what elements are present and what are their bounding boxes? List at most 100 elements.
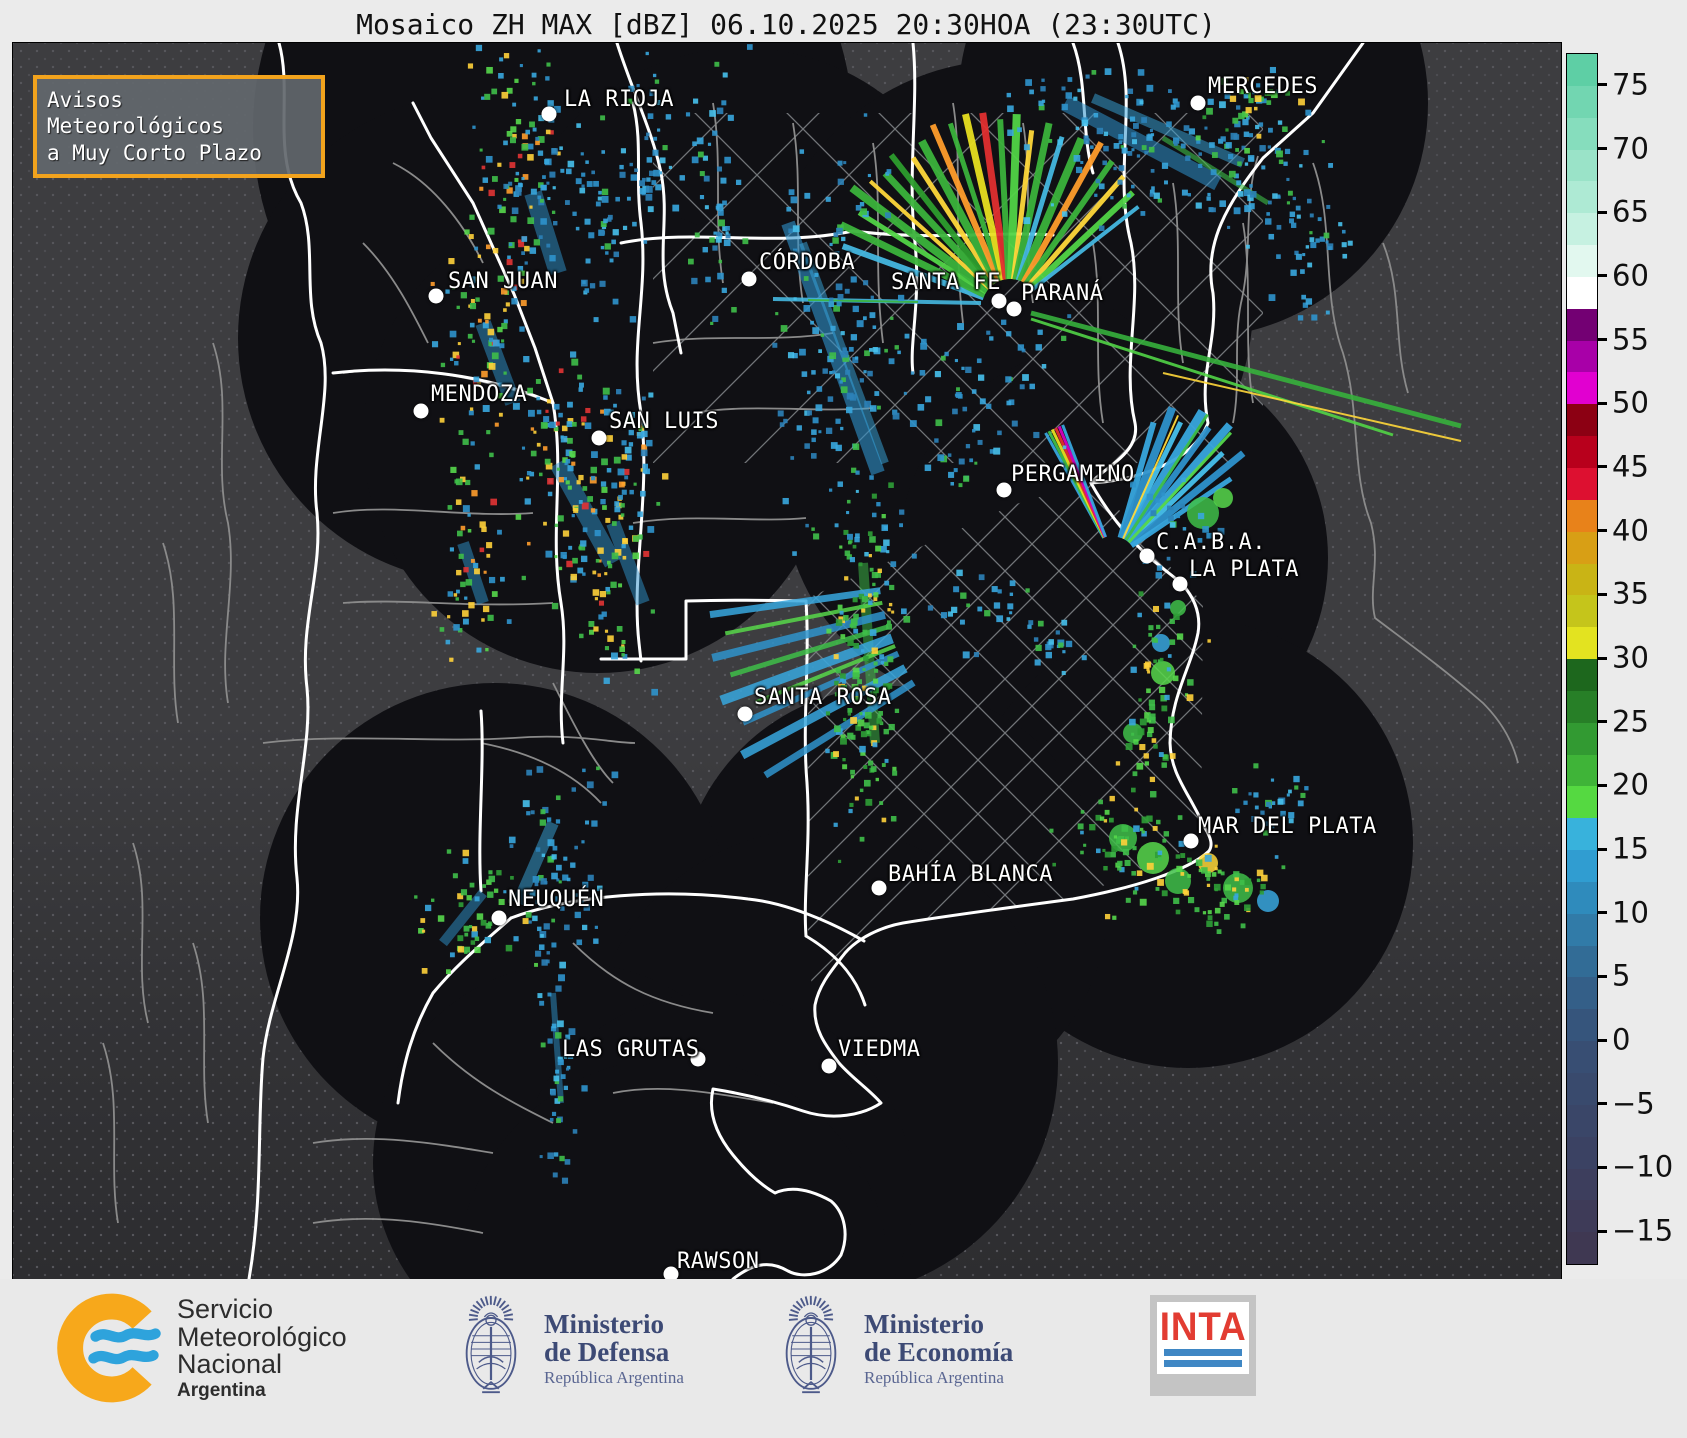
colorbar-tick-mark [1597, 401, 1607, 405]
colorbar-segment [1567, 340, 1597, 373]
smn-line2: Meteorológico [177, 1321, 347, 1352]
colorbar-segment [1567, 850, 1597, 882]
defensa-line2: de Defensa [544, 1337, 670, 1367]
colorbar-segment [1567, 690, 1597, 723]
ministerio-economia-block: Ministerio de Economía República Argenti… [772, 1287, 1013, 1411]
colorbar-segment [1567, 276, 1597, 309]
colorbar-segment [1567, 913, 1597, 946]
coat-of-arms-icon [785, 1294, 837, 1394]
city-dot [1172, 576, 1188, 592]
colorbar-segment [1567, 627, 1597, 660]
map-borders-and-echoes [102, 43, 1519, 1279]
alert-line-1: Avisos Meteorológicos [47, 88, 225, 139]
ministerio-defensa-block: Ministerio de Defensa República Argentin… [452, 1287, 684, 1411]
city-label: PARANÁ [1021, 281, 1104, 306]
colorbar-segment [1567, 245, 1597, 277]
radar-map: LA RIOJA MERCEDES SAN JUAN CÓRDOBA SANTA FE P… [12, 42, 1562, 1280]
city-label: LAS GRUTAS [562, 1037, 700, 1062]
colorbar-tick-mark [1597, 1038, 1607, 1042]
city-dot [741, 271, 757, 287]
city-label: VIEDMA [838, 1037, 921, 1062]
inta-logo-frame: INTA [1150, 1295, 1256, 1396]
colorbar-tick-mark [1597, 465, 1607, 469]
colorbar-segment [1567, 308, 1597, 341]
colorbar-tick-mark [1597, 847, 1607, 851]
city-dot [1139, 548, 1155, 564]
city-label: MERCEDES [1208, 74, 1318, 99]
inta-logo: INTA [1157, 1302, 1249, 1374]
colorbar-tick-label: 65 [1612, 194, 1649, 229]
colorbar-tick-label: 70 [1612, 130, 1649, 165]
colorbar-tick-label: 55 [1612, 321, 1649, 356]
colorbar-tick-mark [1597, 720, 1607, 724]
colorbar-tick-label: 50 [1612, 385, 1649, 420]
ministerio-defensa-text: Ministerio de Defensa República Argentin… [544, 1308, 684, 1389]
city-dot [428, 288, 444, 304]
smn-logo-icon [57, 1293, 161, 1403]
colorbar-segment [1567, 1232, 1597, 1265]
alert-line-2: a Muy Corto Plazo [47, 140, 262, 165]
colorbar-segment [1567, 436, 1597, 468]
colorbar-segment [1567, 1041, 1597, 1073]
colorbar-segment [1567, 404, 1597, 437]
colorbar-tick-label: 15 [1612, 831, 1649, 866]
economia-sub: República Argentina [864, 1368, 1004, 1388]
colorbar-segment [1567, 149, 1597, 182]
city-label: BAHÍA BLANCA [888, 862, 1053, 887]
colorbar-segment [1567, 1009, 1597, 1042]
city-dot [491, 910, 507, 926]
city-dot [1183, 833, 1199, 849]
defensa-sub: República Argentina [544, 1368, 684, 1388]
colorbar-segment [1567, 977, 1597, 1010]
colorbar-tick-mark [1597, 1165, 1607, 1169]
defensa-line1: Ministerio [544, 1308, 664, 1339]
inta-label: INTA [1159, 1305, 1247, 1349]
colorbar-segment [1567, 818, 1597, 851]
smn-country: Argentina [177, 1379, 266, 1401]
colorbar-segment [1567, 499, 1597, 532]
city-dot [591, 430, 607, 446]
colorbar-segment [1567, 563, 1597, 596]
colorbar-tick-label: −5 [1612, 1086, 1655, 1121]
colorbar-segment [1567, 372, 1597, 405]
city-label: SAN LUIS [609, 409, 719, 434]
colorbar-tick-label: −15 [1612, 1213, 1674, 1248]
colorbar-segment [1567, 1200, 1597, 1233]
smn-logo-text: Servicio Meteorológico Nacional Argentin… [177, 1294, 347, 1401]
city-label: C.A.B.A. [1156, 530, 1266, 555]
colorbar-tick-mark [1597, 529, 1607, 533]
colorbar-tick-mark [1597, 974, 1607, 978]
colorbar-tick-mark [1597, 210, 1607, 214]
page-title: Mosaico ZH MAX [dBZ] 06.10.2025 20:30HOA… [356, 8, 1216, 41]
city-dot [413, 403, 429, 419]
province-borders [247, 43, 1365, 1279]
colorbar-tick-mark [1597, 783, 1607, 787]
city-label: NEUQUÉN [508, 887, 605, 912]
inta-bar-1 [1164, 1349, 1242, 1356]
colorbar-tick-label: 30 [1612, 640, 1649, 675]
colorbar-segment [1567, 595, 1597, 628]
coat-of-arms-icon [465, 1294, 517, 1394]
smn-logo-block: Servicio Meteorológico Nacional Argentin… [55, 1289, 347, 1407]
ministerio-economia-text: Ministerio de Economía República Argenti… [864, 1309, 1013, 1389]
colorbar-tick-mark [1597, 147, 1607, 151]
colorbar-tick-label: 75 [1612, 67, 1649, 102]
smn-line1: Servicio [177, 1294, 274, 1325]
city-dot [871, 880, 887, 896]
city-label: LA PLATA [1189, 557, 1299, 582]
colorbar-tick-label: 35 [1612, 576, 1649, 611]
city-label: SANTA ROSA [754, 685, 892, 710]
smn-line3: Nacional [177, 1349, 283, 1380]
colorbar-tick-mark [1597, 911, 1607, 915]
city-label: SANTA FE [891, 270, 1001, 295]
city-dot [737, 706, 753, 722]
colorbar-tick-label: 40 [1612, 512, 1649, 547]
colorbar-tick-label: 25 [1612, 703, 1649, 738]
city-dot [1006, 301, 1022, 317]
colorbar-tick-label: 10 [1612, 895, 1649, 930]
colorbar-segment [1567, 85, 1597, 118]
city-label: RAWSON [677, 1249, 760, 1274]
colorbar-segment [1567, 54, 1597, 86]
city-dot [996, 482, 1012, 498]
colorbar-tick-label: −10 [1612, 1149, 1674, 1184]
